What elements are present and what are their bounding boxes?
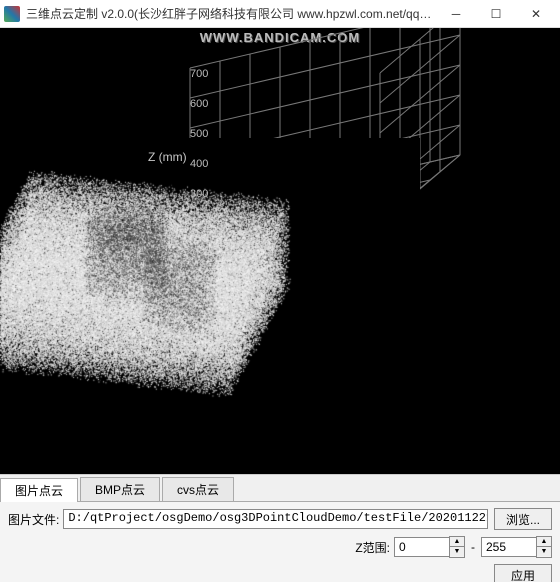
file-label: 图片文件: <box>8 511 59 528</box>
spin-down-icon[interactable]: ▼ <box>450 547 464 556</box>
window-title: 三维点云定制 v2.0.0(长沙红胖子网络科技有限公司 www.hpzwl.co… <box>26 5 436 22</box>
panel: 图片文件: D:/qtProject/osgDemo/osg3DPointClo… <box>0 501 560 582</box>
z-hi-spinner[interactable]: ▲▼ <box>481 536 552 558</box>
tab-cvs-pointcloud[interactable]: cvs点云 <box>162 477 234 501</box>
spin-down-icon[interactable]: ▼ <box>537 547 551 556</box>
dash: - <box>471 540 475 554</box>
tab-bmp-pointcloud[interactable]: BMP点云 <box>80 477 160 501</box>
axis-z-label: Z (mm) <box>148 150 187 164</box>
maximize-button[interactable]: ☐ <box>476 0 516 28</box>
apply-button[interactable]: 应用 <box>494 564 552 582</box>
z-lo-spinner[interactable]: ▲▼ <box>394 536 465 558</box>
browse-button[interactable]: 浏览... <box>494 508 552 530</box>
minimize-button[interactable]: ─ <box>436 0 476 28</box>
spin-up-icon[interactable]: ▲ <box>450 537 464 547</box>
tick: 700 <box>190 68 208 80</box>
app-icon <box>4 6 20 22</box>
spin-up-icon[interactable]: ▲ <box>537 537 551 547</box>
tick: 300 <box>190 188 208 200</box>
z-hi-input[interactable] <box>481 537 536 557</box>
tab-image-pointcloud[interactable]: 图片点云 <box>0 478 78 502</box>
tick: 600 <box>190 98 208 110</box>
viewport-3d[interactable]: WWW.BANDICAM.COM Z (mm) 700 600 500 400 … <box>0 28 560 474</box>
tab-bar: 图片点云 BMP点云 cvs点云 <box>0 474 560 501</box>
zrange-label: Z范围: <box>355 539 390 556</box>
z-lo-input[interactable] <box>394 537 449 557</box>
point-cloud <box>0 138 420 458</box>
file-path-input[interactable]: D:/qtProject/osgDemo/osg3DPointCloudDemo… <box>63 509 488 529</box>
tick: 500 <box>190 128 208 140</box>
close-button[interactable]: ✕ <box>516 0 556 28</box>
tick: 400 <box>190 158 208 170</box>
titlebar: 三维点云定制 v2.0.0(长沙红胖子网络科技有限公司 www.hpzwl.co… <box>0 0 560 28</box>
